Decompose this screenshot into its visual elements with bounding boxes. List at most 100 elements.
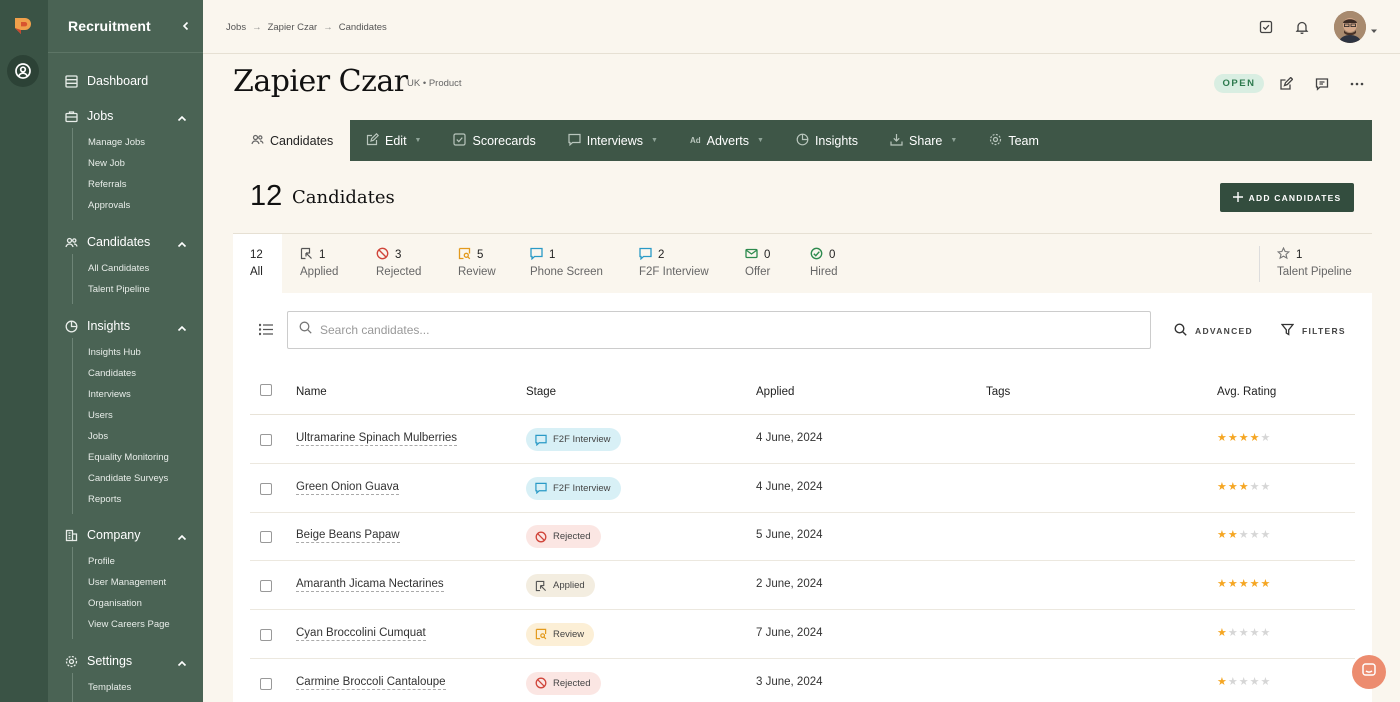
edit-external-icon[interactable] — [1279, 76, 1294, 96]
tab-team[interactable]: Team — [973, 120, 1055, 161]
stage-offer[interactable]: 0 Offer — [745, 234, 770, 294]
stage-talent-pipeline[interactable]: 1 Talent Pipeline — [1276, 234, 1352, 294]
bell-icon[interactable] — [1295, 20, 1311, 36]
candidate-name-link[interactable]: Green Onion Guava — [296, 481, 399, 495]
stage-hired[interactable]: 0 Hired — [810, 234, 837, 294]
sidebar-item-settings[interactable]: Settings — [48, 649, 203, 673]
more-options-icon[interactable] — [1350, 77, 1364, 96]
add-candidates-button[interactable]: ADD CANDIDATES — [1220, 183, 1354, 212]
breadcrumb-jobs[interactable]: Jobs — [226, 22, 246, 33]
sidebar-subitem-new-job[interactable]: New Job — [88, 153, 203, 174]
stage-applied[interactable]: 1 Applied — [300, 234, 338, 294]
candidate-name-link[interactable]: Beige Beans Papaw — [296, 529, 400, 544]
row-checkbox[interactable] — [260, 434, 272, 446]
chevron-down-icon[interactable] — [1370, 22, 1386, 38]
chevron-up-icon[interactable] — [177, 530, 187, 541]
sidebar-item-insights[interactable]: Insights — [48, 314, 203, 338]
sidebar-subitem-user-management[interactable]: User Management — [88, 572, 203, 593]
stage-badge[interactable]: Review — [526, 622, 595, 646]
sidebar-subitem-referrals[interactable]: Referrals — [88, 174, 203, 195]
advanced-search-button[interactable]: ADVANCED — [1174, 323, 1253, 338]
search-box — [287, 311, 1151, 349]
collapse-sidebar-icon[interactable] — [181, 18, 191, 34]
chevron-up-icon[interactable] — [177, 111, 187, 122]
sidebar-subitem-users[interactable]: Users — [88, 405, 203, 426]
tab-scorecards[interactable]: Scorecards — [437, 120, 551, 161]
stage-review[interactable]: 5 Review — [458, 234, 496, 294]
sidebar-subitem-talent-pipeline[interactable]: Talent Pipeline — [88, 279, 203, 300]
sidebar-item-dashboard[interactable]: Dashboard — [48, 69, 203, 93]
stage-rejected[interactable]: 3 Rejected — [376, 234, 421, 294]
table-row[interactable]: Cyan Broccolini Cumquat Review 7 June, 202… — [250, 610, 1355, 659]
tasks-icon[interactable] — [1259, 20, 1275, 36]
row-checkbox[interactable] — [260, 677, 272, 690]
tab-interviews[interactable]: Interviews ▼ — [552, 120, 674, 161]
app-logo-icon[interactable] — [13, 16, 33, 41]
help-chat-button[interactable] — [1352, 655, 1386, 689]
row-checkbox[interactable] — [260, 628, 272, 641]
sidebar-subitem-candidate-surveys[interactable]: Candidate Surveys — [88, 468, 203, 489]
sidebar-subitem-equality-monitoring[interactable]: Equality Monitoring — [88, 447, 203, 468]
column-header-stage[interactable]: Stage — [526, 386, 556, 398]
stage-all[interactable]: 12 All — [233, 234, 282, 294]
sidebar-item-jobs[interactable]: Jobs — [48, 104, 203, 128]
column-header-tags[interactable]: Tags — [986, 386, 1010, 398]
sidebar-subitem-profile[interactable]: Profile — [88, 551, 203, 572]
stage-phone-screen[interactable]: 1 Phone Screen — [530, 234, 603, 294]
sidebar-item-company[interactable]: Company — [48, 523, 203, 547]
list-view-icon[interactable] — [258, 323, 273, 341]
sidebar-subitem-view-careers-page[interactable]: View Careers Page — [88, 614, 203, 635]
column-header-applied[interactable]: Applied — [756, 386, 794, 398]
table-row[interactable]: Carmine Broccoli Cantaloupe Rejected 3 Jun… — [250, 659, 1355, 702]
tab-share[interactable]: Share ▼ — [874, 120, 973, 161]
user-search-icon[interactable] — [7, 55, 39, 87]
sidebar-subitem-templates[interactable]: Templates — [88, 677, 203, 698]
sidebar-subitem-interviews[interactable]: Interviews — [88, 384, 203, 405]
sidebar-subitem-organisation[interactable]: Organisation — [88, 593, 203, 614]
sidebar-subitem-manage-jobs[interactable]: Manage Jobs — [88, 132, 203, 153]
column-header-name[interactable]: Name — [296, 386, 327, 398]
filters-button[interactable]: FILTERS — [1280, 323, 1346, 338]
candidate-name-link[interactable]: Amaranth Jicama Nectarines — [296, 578, 444, 593]
sidebar-subitem-candidates[interactable]: Candidates — [88, 363, 203, 384]
chevron-up-icon[interactable] — [177, 656, 187, 667]
candidate-name-link[interactable]: Ultramarine Spinach Mulberries — [296, 432, 458, 446]
sidebar-subitem-reports[interactable]: Reports — [88, 489, 203, 510]
table-row[interactable]: Amaranth Jicama Nectarines Applied 2 June,… — [250, 561, 1355, 611]
stage-badge[interactable]: Rejected — [526, 671, 601, 695]
candidate-name-link[interactable]: Cyan Broccolini Cumquat — [296, 627, 426, 641]
stage-f2f-interview[interactable]: 2 F2F Interview — [639, 234, 709, 294]
chevron-up-icon[interactable] — [177, 321, 187, 332]
candidate-name-link[interactable]: Carmine Broccoli Cantaloupe — [296, 676, 446, 690]
sidebar-item-candidates[interactable]: Candidates — [48, 230, 203, 254]
row-checkbox[interactable] — [260, 482, 272, 495]
stage-count: 3 — [395, 249, 402, 261]
breadcrumb-job[interactable]: Zapier Czar — [268, 22, 318, 33]
stage-badge[interactable]: F2F Interview — [526, 476, 621, 500]
chevron-up-icon[interactable] — [177, 237, 187, 248]
offer-icon — [745, 247, 758, 263]
stage-badge[interactable]: Rejected — [526, 525, 601, 549]
table-row[interactable]: Ultramarine Spinach Mulberries F2F Interv… — [250, 415, 1355, 464]
tab-adverts[interactable]: Ad Adverts ▼ — [674, 120, 780, 161]
table-row[interactable]: Beige Beans Papaw Rejected 5 June, 2024 ★★★… — [250, 512, 1355, 562]
stage-badge-label: F2F Interview — [553, 482, 611, 494]
sidebar-subitem-approvals[interactable]: Approvals — [88, 195, 203, 216]
sidebar-subitem-all-candidates[interactable]: All Candidates — [88, 258, 203, 279]
table-row[interactable]: Green Onion Guava F2F Interview 4 June, 20… — [250, 464, 1355, 513]
user-avatar[interactable] — [1334, 11, 1366, 43]
select-all-checkbox[interactable] — [260, 384, 272, 396]
tab-candidates[interactable]: Candidates — [233, 120, 350, 161]
search-input[interactable] — [320, 323, 1120, 337]
comment-icon[interactable] — [1315, 77, 1329, 96]
sidebar-subitem-insights-hub[interactable]: Insights Hub — [88, 342, 203, 363]
row-checkbox[interactable] — [260, 580, 272, 593]
column-header-rating[interactable]: Avg. Rating — [1217, 386, 1276, 398]
row-checkbox[interactable] — [260, 531, 272, 544]
tab-insights[interactable]: Insights — [780, 120, 874, 161]
sidebar-subitem-jobs[interactable]: Jobs — [88, 426, 203, 447]
stage-badge[interactable]: Applied — [526, 574, 595, 598]
stage-badge[interactable]: F2F Interview — [526, 428, 621, 451]
rejected-icon — [535, 677, 547, 689]
tab-edit[interactable]: Edit ▼ — [350, 120, 437, 161]
